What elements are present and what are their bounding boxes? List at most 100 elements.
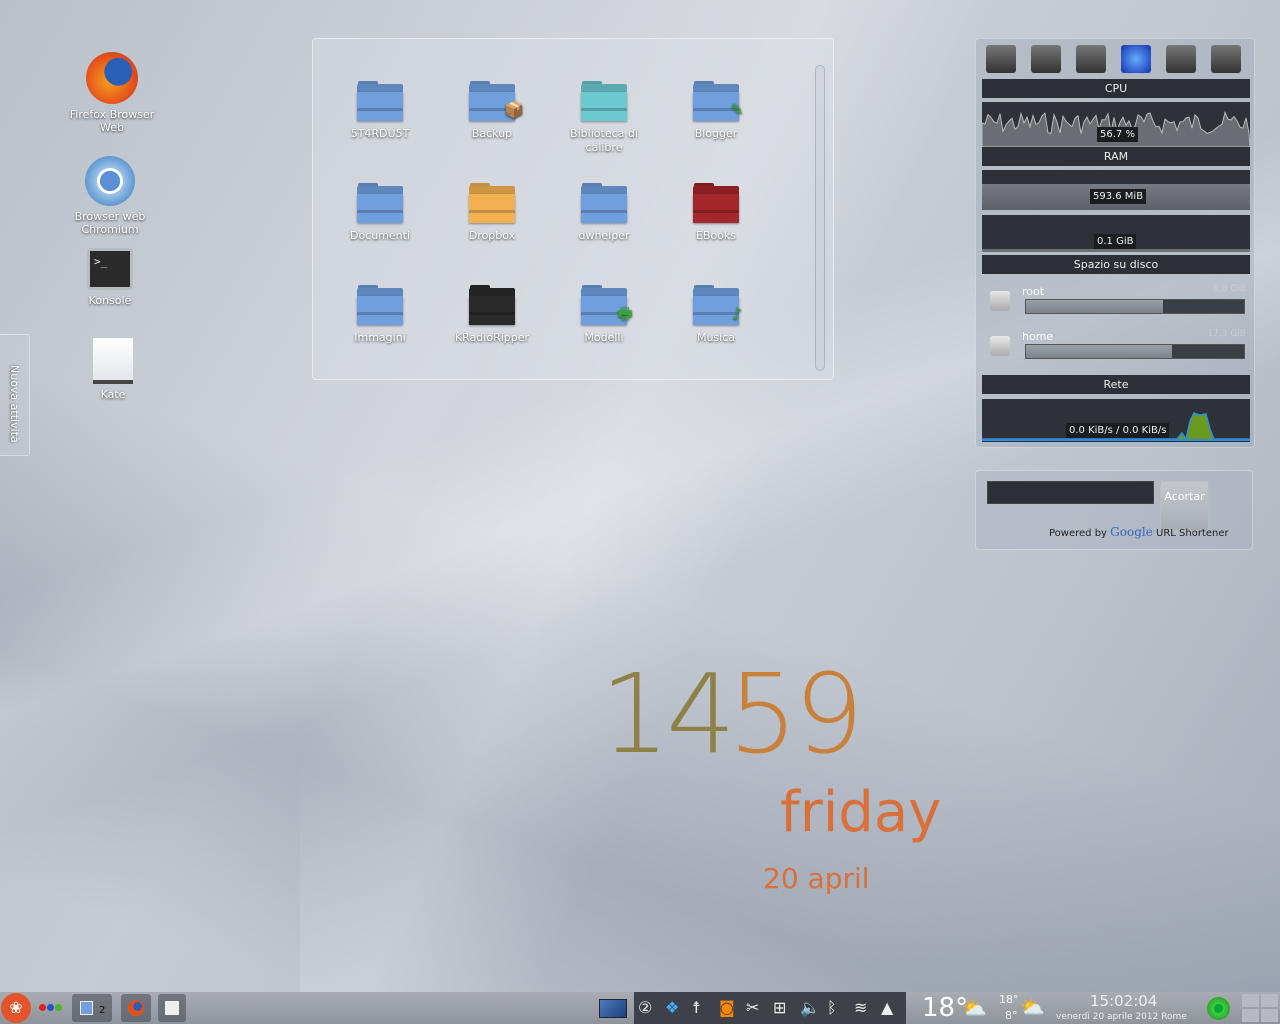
activity-tab-label: Nuova attività — [8, 365, 21, 443]
folder-icon — [357, 81, 403, 121]
swap-value: 0.1 GiB — [1094, 234, 1137, 249]
activity-tab[interactable]: Nuova attività — [0, 334, 30, 456]
folder-item[interactable]: KRadioRipper — [442, 285, 542, 345]
folder-item[interactable]: Documenti — [330, 183, 430, 243]
text-editor-icon — [165, 1001, 179, 1015]
accessibility-icon[interactable]: ☨ — [692, 998, 701, 1018]
ram-header: RAM — [982, 147, 1250, 166]
network-value: 0.0 KiB/s / 0.0 KiB/s — [1066, 423, 1170, 438]
task-kate[interactable] — [158, 994, 186, 1022]
hard-disk-icon[interactable] — [1031, 45, 1061, 73]
disk-home: home 17,3 GiB — [988, 329, 1246, 372]
system-monitor-widget: CPU 56.7 % RAM 593.6 MiB 0.1 GiB Spazio … — [975, 38, 1255, 448]
task-firefox[interactable] — [121, 994, 151, 1022]
clock-date: 20 april — [763, 862, 870, 895]
desktop-icon-konsole[interactable]: >_ Konsole — [55, 248, 165, 307]
taskbar: ❀ 2 ② ❖ ☨ ◙ ✂ ⊞ 🔈 ᛒ ≋ ▲ 18° ⛅ 18° 8° ⛅ 15:02:04 v… — [0, 992, 1280, 1024]
folder-item[interactable]: Backup 📦 — [442, 81, 542, 141]
folder-label: Documenti — [349, 229, 411, 242]
ram-value: 593.6 MiB — [1090, 189, 1147, 204]
printer-icon: 🖶 — [617, 304, 633, 323]
feed-icon[interactable]: ◙ — [719, 998, 735, 1018]
pictures-icon — [392, 307, 410, 325]
folder-label: KRadioRipper — [454, 331, 530, 344]
digital-clock-time[interactable]: 15:02:04 — [1090, 992, 1157, 1010]
desktop-icon-label: Konsole — [88, 294, 132, 307]
clock-weekday: friday — [780, 780, 942, 845]
desktop-icon-chromium[interactable]: Browser web Chromium — [55, 156, 165, 236]
pager-button[interactable]: 2 — [72, 994, 112, 1022]
desktop-icon-label: Browser web Chromium — [74, 210, 146, 236]
swap-graph: 0.1 GiB — [982, 215, 1250, 252]
ram-graph: 593.6 MiB — [982, 170, 1250, 210]
network-globe-icon[interactable] — [1121, 45, 1151, 73]
folder-label: Backup — [471, 127, 513, 140]
powered-suffix: URL Shortener — [1156, 528, 1229, 539]
folder-item[interactable]: 5T4RDU5T — [330, 81, 430, 141]
folder-item[interactable]: dwhelper — [554, 183, 654, 243]
signal-bars-icon[interactable] — [1211, 45, 1241, 73]
clock-hours: 14 — [600, 650, 736, 778]
klipper-icon[interactable]: ② — [638, 998, 652, 1018]
shorten-button[interactable]: Acortar — [1160, 481, 1209, 531]
desktop-icon-firefox[interactable]: Firefox Browser Web — [57, 52, 167, 134]
weather-cloud-sun-icon: ⛅ — [962, 996, 987, 1020]
chromium-icon — [85, 156, 135, 206]
google-logo: Google — [1110, 525, 1153, 539]
disk-header: Spazio su disco — [982, 255, 1250, 274]
folder-item[interactable]: Modelli 🖶 — [554, 285, 654, 345]
volume-icon[interactable]: 🔈 — [800, 998, 820, 1018]
hardware-icon[interactable] — [1076, 45, 1106, 73]
folder-item[interactable]: EBooks — [666, 183, 766, 243]
folder-icon — [469, 183, 515, 223]
hard-disk-icon — [990, 291, 1010, 311]
weather-rain-icon: ⛅ — [1020, 995, 1045, 1019]
pencil-icon: ✎ — [730, 100, 744, 119]
wifi-icon[interactable]: ≋ — [854, 998, 867, 1018]
network-header: Rete — [982, 375, 1250, 394]
powered-by: Powered by Google URL Shortener — [1049, 525, 1229, 539]
disk-usage-fill — [1026, 300, 1164, 313]
text-editor-icon — [93, 338, 133, 384]
cpu-chip-icon[interactable] — [986, 45, 1016, 73]
folder-view-scrollbar[interactable] — [815, 65, 825, 371]
virtual-desktop-pager[interactable] — [1242, 994, 1278, 1022]
hard-disk-icon — [990, 336, 1010, 356]
powered-prefix: Powered by — [1049, 528, 1107, 539]
folder-icon — [581, 81, 627, 121]
bluetooth-icon[interactable]: ᛒ — [827, 998, 837, 1018]
memory-chip-icon[interactable] — [1166, 45, 1196, 73]
dropbox-icon[interactable]: ❖ — [665, 998, 679, 1018]
folder-item[interactable]: Musica ♪ — [666, 285, 766, 345]
folder-label: Immagini — [354, 331, 406, 344]
clock-minutes: 59 — [728, 650, 864, 778]
application-launcher-button[interactable]: ❀ — [1, 993, 31, 1023]
firefox-icon — [86, 52, 138, 104]
cpu-value: 56.7 % — [1097, 127, 1138, 142]
folder-item[interactable]: Biblioteca di calibre — [554, 81, 654, 155]
scissors-icon[interactable]: ✂ — [746, 998, 759, 1018]
folder-icon — [581, 183, 627, 223]
desktop-icon-kate[interactable]: Kate — [58, 338, 168, 401]
digital-clock-date[interactable]: venerdì 20 aprile 2012 Rome — [1056, 1012, 1187, 1022]
folder-label: Modelli — [584, 331, 624, 344]
network-icon[interactable]: ⊞ — [773, 998, 786, 1018]
disk-size: 6,8 GiB — [1213, 284, 1246, 294]
show-desktop-button[interactable] — [599, 999, 627, 1018]
folder-label: Biblioteca di calibre — [570, 127, 638, 154]
folder-item[interactable]: Blogger ✎ — [666, 81, 766, 141]
desktop-icon-label: Firefox Browser Web — [69, 108, 155, 134]
pager-icon — [80, 1001, 93, 1015]
folder-label: Dropbox — [468, 229, 516, 242]
network-graph: 0.0 KiB/s / 0.0 KiB/s — [982, 399, 1250, 442]
activities-button[interactable] — [39, 1004, 63, 1012]
package-icon: 📦 — [504, 100, 524, 119]
expand-tray-icon[interactable]: ▲ — [881, 998, 893, 1018]
clock-widget: 14 59 friday 20 april — [600, 650, 941, 910]
system-tray: ② ❖ ☨ ◙ ✂ ⊞ 🔈 ᛒ ≋ ▲ — [634, 992, 906, 1024]
status-indicator-icon[interactable] — [1207, 997, 1230, 1020]
url-input[interactable] — [987, 481, 1154, 504]
folder-item[interactable]: Immagini — [330, 285, 430, 345]
folder-item[interactable]: Dropbox — [442, 183, 542, 243]
cpu-graph: 56.7 % — [982, 102, 1250, 147]
